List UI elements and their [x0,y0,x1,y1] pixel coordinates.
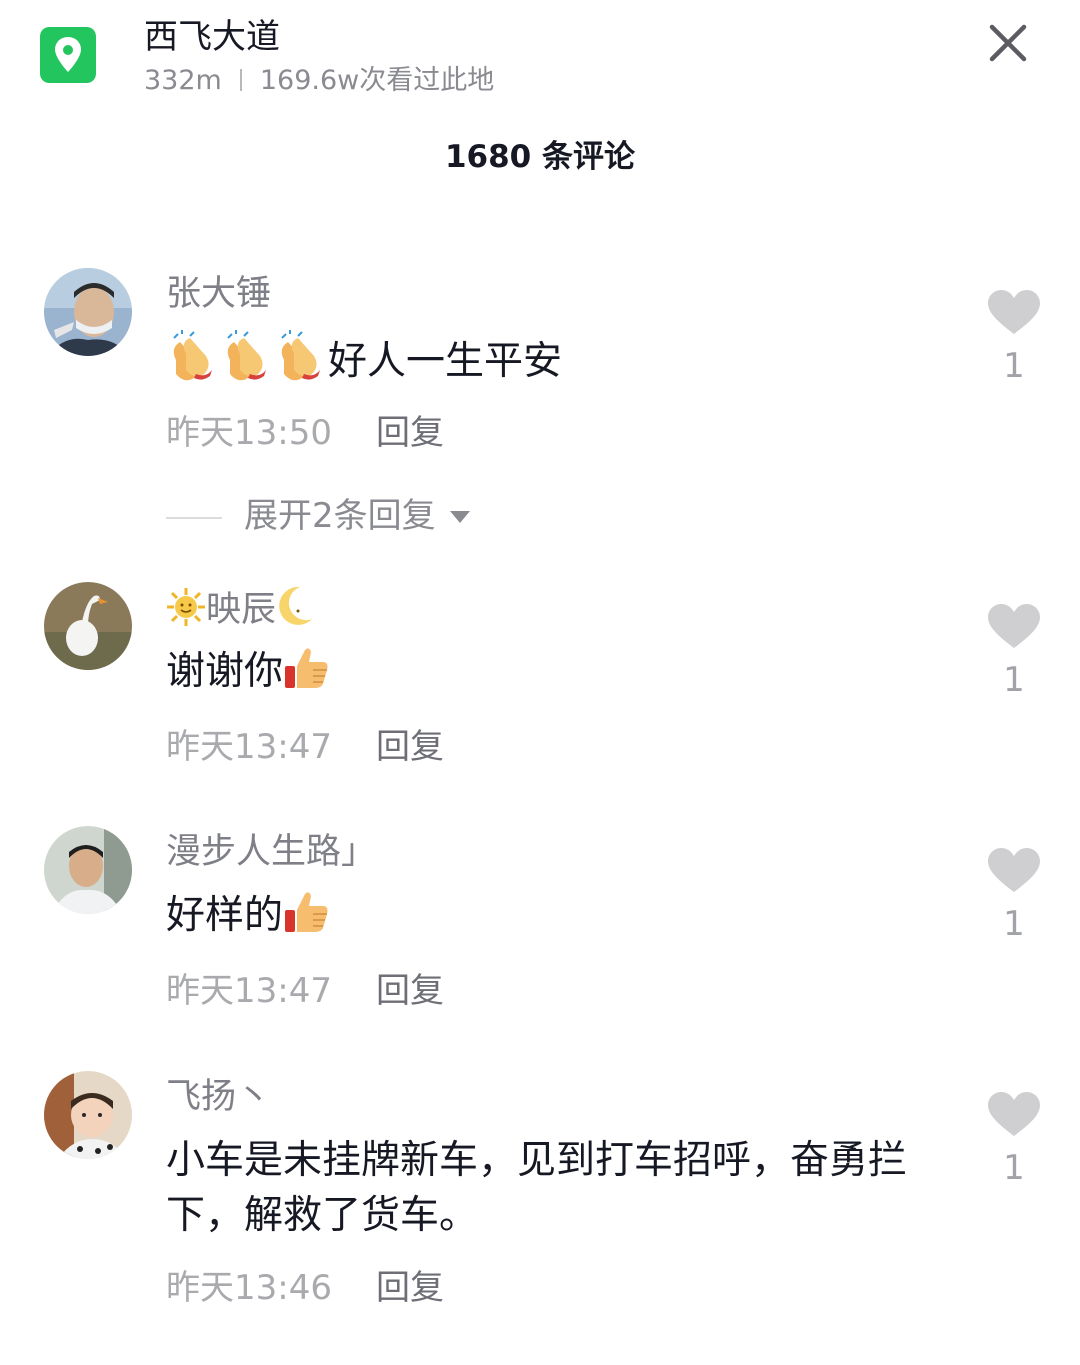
like-count: 1 [1003,1148,1025,1188]
location-pin-icon[interactable] [40,27,96,83]
comment-time: 昨天13:50 [166,413,332,453]
sun-face-emoji [166,587,206,640]
like-count: 1 [1003,660,1025,700]
close-icon[interactable] [984,19,1032,67]
like-button[interactable]: 1 [984,1092,1044,1188]
thumbs-up-emoji [283,644,331,707]
reply-button[interactable]: 回复 [376,971,444,1011]
comment-text: 好人一生平安 [166,329,956,397]
comment-text-body: 好人一生平安 [328,339,563,384]
reply-button[interactable]: 回复 [376,413,444,453]
like-button[interactable]: 1 [984,604,1044,700]
comment-text: 小车是未挂牌新车，见到打车招呼，奋勇拦下，解救了货车。 [166,1138,908,1238]
comment-username-text: 映辰 [206,590,277,630]
like-count: 1 [1003,904,1025,944]
location-header: 西飞大道 332m 169.6w次看过此地 [0,0,1080,120]
clapping-hands-emoji [166,329,328,397]
comment-text: 谢谢你 [166,644,956,707]
like-count: 1 [1003,346,1025,386]
divider [239,69,242,91]
heart-icon [988,848,1040,892]
caret-down-icon [449,511,470,523]
comments-count-title: 1680 条评论 [444,139,636,175]
comment-username[interactable]: 漫步人生路」 [166,828,376,876]
expand-replies-label: 展开2条回复 [244,496,436,536]
avatar[interactable] [44,1071,132,1159]
crescent-moon-emoji [276,585,314,640]
comment-meta: 昨天13:47 回复 [166,968,444,1014]
comment-time: 昨天13:46 [166,1268,332,1308]
comment-text-body: 谢谢你 [166,649,284,694]
like-button[interactable]: 1 [984,290,1044,386]
location-distance: 332m [144,65,222,96]
heart-icon [988,1092,1040,1136]
reply-button[interactable]: 回复 [376,1268,444,1308]
comment-username[interactable]: 映辰 [166,585,314,640]
divider [166,516,222,519]
comment-meta: 昨天13:46 回复 [166,1265,444,1311]
avatar[interactable] [44,582,132,670]
comment-meta: 昨天13:50 回复 [166,410,444,456]
comment-username[interactable]: 张大锤 [166,270,271,318]
like-button[interactable]: 1 [984,848,1044,944]
avatar[interactable] [44,268,132,356]
reply-button[interactable]: 回复 [376,727,444,767]
heart-icon [988,290,1040,334]
thumbs-up-emoji [283,888,331,951]
comment-text: 好样的 [166,888,956,951]
comment-username[interactable]: 飞扬丶 [166,1073,271,1121]
avatar[interactable] [44,826,132,914]
comment-text-body: 好样的 [166,893,284,938]
comment-time: 昨天13:47 [166,971,332,1011]
comment-time: 昨天13:47 [166,727,332,767]
comment-meta: 昨天13:47 回复 [166,724,444,770]
location-views: 169.6w次看过此地 [259,65,495,96]
expand-replies-button[interactable]: 展开2条回复 [166,496,470,536]
location-title[interactable]: 西飞大道 [144,14,280,60]
heart-icon [988,604,1040,648]
location-stats: 332m 169.6w次看过此地 [144,62,494,100]
